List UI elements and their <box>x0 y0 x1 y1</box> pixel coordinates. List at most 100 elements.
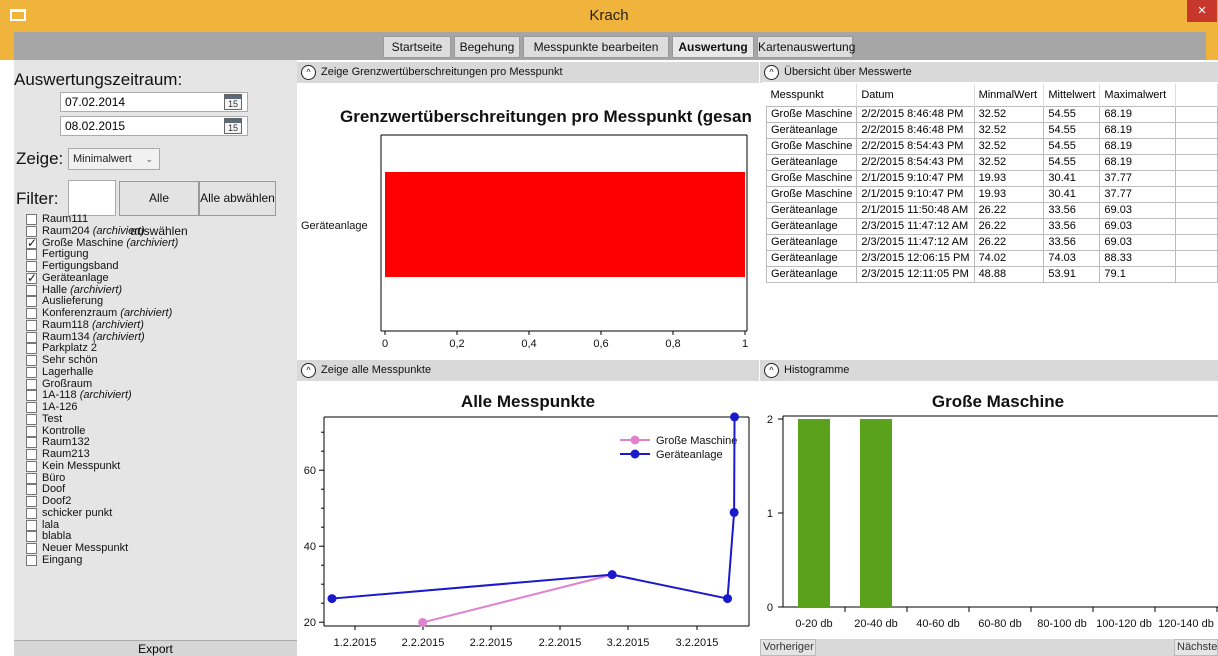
column-header[interactable]: MinmalWert <box>974 84 1045 106</box>
column-header[interactable]: Messpunkt <box>766 84 858 106</box>
table-row[interactable]: Geräteanlage 2/3/2015 12:11:05 PM 48.88 53.… <box>765 265 1218 283</box>
table-row[interactable]: Geräteanlage 2/1/2015 11:50:48 AM 26.22 33.… <box>765 201 1218 219</box>
checkbox[interactable] <box>26 472 37 484</box>
tab-auswertung[interactable]: Auswertung <box>672 36 754 58</box>
checkbox[interactable] <box>26 402 37 413</box>
checkbox-label: Doof2 <box>42 495 72 507</box>
table-cell: 26.22 <box>973 217 1045 235</box>
checkbox[interactable] <box>26 343 37 355</box>
checkbox[interactable] <box>26 355 37 366</box>
table-cell: 54.55 <box>1043 137 1101 155</box>
checkbox[interactable] <box>26 531 37 543</box>
checkbox[interactable] <box>26 413 37 425</box>
all-points-chart-svg: Alle Messpunkte 20 40 60 1.2.2015 2.2.2015 2.2… <box>304 392 750 649</box>
tab-kartenauswertung[interactable]: Kartenauswertung <box>757 36 855 58</box>
section-header-exceed[interactable]: ^ Zeige Grenzwertüberschreitungen pro Me… <box>297 62 759 83</box>
table-cell: 19.93 <box>973 185 1045 203</box>
tab-messpunkte-bearbeiten[interactable]: Messpunkte bearbeiten <box>523 36 669 58</box>
collapse-icon[interactable]: ^ <box>764 65 779 80</box>
table-row[interactable]: Geräteanlage 2/3/2015 11:47:12 AM 26.22 33.… <box>765 217 1218 235</box>
checkbox[interactable] <box>26 296 37 308</box>
table-cell: 2/1/2015 9:10:47 PM <box>856 169 975 187</box>
checkbox-item[interactable]: Kein Messpunkt <box>26 459 291 473</box>
checkbox[interactable] <box>26 425 37 437</box>
y-tick-label: 40 <box>304 541 316 553</box>
checkbox-label: Großraum <box>42 377 93 390</box>
checkbox[interactable] <box>26 237 37 249</box>
checkbox[interactable] <box>26 308 37 319</box>
checkbox[interactable] <box>26 284 37 296</box>
table-row[interactable]: Geräteanlage 2/3/2015 12:06:15 PM 74.02 74.… <box>765 249 1218 267</box>
checkbox[interactable] <box>26 378 37 390</box>
checkbox[interactable] <box>26 390 37 402</box>
checkbox-item[interactable]: Eingang <box>26 553 291 567</box>
checkbox[interactable] <box>26 496 37 507</box>
export-button[interactable]: Export <box>14 640 297 656</box>
table-row[interactable]: Geräteanlage 2/3/2015 11:47:12 AM 26.22 33.… <box>765 233 1218 251</box>
checkbox[interactable] <box>26 214 37 225</box>
checkbox[interactable] <box>26 366 37 378</box>
collapse-icon[interactable]: ^ <box>301 65 316 80</box>
section-header-all[interactable]: ^ Zeige alle Messpunkte <box>297 360 759 381</box>
archived-tag: (archiviert) <box>79 389 132 402</box>
histogram-bar <box>860 419 892 607</box>
next-button[interactable]: Nächster <box>1174 639 1218 656</box>
column-header[interactable]: Mittelwert <box>1043 84 1101 106</box>
table-row[interactable]: Geräteanlage 2/2/2015 8:54:43 PM 32.52 54.5… <box>765 153 1218 171</box>
archived-tag: (archiviert) <box>91 318 144 331</box>
checkbox-item[interactable]: schicker punkt <box>26 507 291 520</box>
date-from-field[interactable]: 07.02.2014 <box>60 92 248 112</box>
checkbox-label: Eingang <box>42 553 83 566</box>
section-header-hist[interactable]: ^ Histogramme <box>760 360 1218 381</box>
table-cell: 69.03 <box>1099 233 1176 251</box>
collapse-icon[interactable]: ^ <box>764 363 779 378</box>
checkbox[interactable] <box>26 519 37 531</box>
checkbox[interactable] <box>26 484 37 496</box>
checkbox-item[interactable]: 1A-126 <box>26 401 291 414</box>
checkbox[interactable] <box>26 543 37 554</box>
checkbox[interactable] <box>26 331 37 343</box>
table-row[interactable]: Große Maschine 2/1/2015 9:10:47 PM 19.93 30… <box>765 185 1218 203</box>
filter-input[interactable] <box>68 180 116 216</box>
table-cell: 32.52 <box>973 105 1045 123</box>
table-cell: 69.03 <box>1099 217 1176 235</box>
checkbox[interactable] <box>26 272 37 284</box>
checkbox-label: Geräteanlage <box>42 271 109 284</box>
checkbox[interactable] <box>26 449 37 460</box>
show-select[interactable]: Minimalwert ⌄ <box>68 148 160 170</box>
table-cell-filler <box>1174 265 1218 283</box>
section-title-all: Zeige alle Messpunkte <box>321 364 432 376</box>
calendar-icon[interactable]: 15 <box>224 94 242 110</box>
checkbox-label: Kein Messpunkt <box>42 459 121 472</box>
checkbox-item[interactable]: Büro <box>26 471 291 485</box>
close-button[interactable]: × <box>1187 0 1217 22</box>
tab-startseite[interactable]: Startseite <box>383 36 451 58</box>
section-header-overview[interactable]: ^ Übersicht über Messwerte <box>760 62 1218 83</box>
table-row[interactable]: Große Maschine 2/1/2015 9:10:47 PM 19.93 30… <box>765 169 1218 187</box>
date-to-field[interactable]: 08.02.2015 <box>60 116 248 136</box>
table-cell: 2/2/2015 8:54:43 PM <box>856 153 975 171</box>
checkbox[interactable] <box>26 319 37 331</box>
table-row[interactable]: Große Maschine 2/2/2015 8:46:48 PM 32.52 54… <box>765 105 1218 123</box>
archived-tag: (archiviert) <box>70 283 123 296</box>
chart-title: Grenzwertüberschreitungen pro Messpunkt … <box>340 107 752 126</box>
y-tick-label: 2 <box>767 414 773 426</box>
checkbox[interactable] <box>26 249 37 261</box>
checkbox[interactable] <box>26 437 37 449</box>
previous-button[interactable]: Vorheriger <box>760 639 816 656</box>
tab-begehung[interactable]: Begehung <box>454 36 520 58</box>
collapse-icon[interactable]: ^ <box>301 363 316 378</box>
checkbox[interactable] <box>26 460 37 472</box>
table-row[interactable]: Geräteanlage 2/2/2015 8:46:48 PM 32.52 54.5… <box>765 121 1218 139</box>
deselect-all-button[interactable]: Alle abwählen <box>199 181 276 216</box>
column-header[interactable]: Maximalwert <box>1099 84 1176 106</box>
legend-marker <box>630 435 640 445</box>
table-row[interactable]: Große Maschine 2/2/2015 8:54:43 PM 32.52 54… <box>765 137 1218 155</box>
pager-scrollbar[interactable] <box>816 639 1174 656</box>
select-all-button[interactable]: Alle auswählen <box>119 181 199 238</box>
column-header[interactable]: Datum <box>856 84 975 106</box>
calendar-icon[interactable]: 15 <box>224 118 242 134</box>
checkbox[interactable] <box>26 554 37 566</box>
checkbox[interactable] <box>26 507 37 519</box>
checkbox-label: Büro <box>42 471 66 484</box>
